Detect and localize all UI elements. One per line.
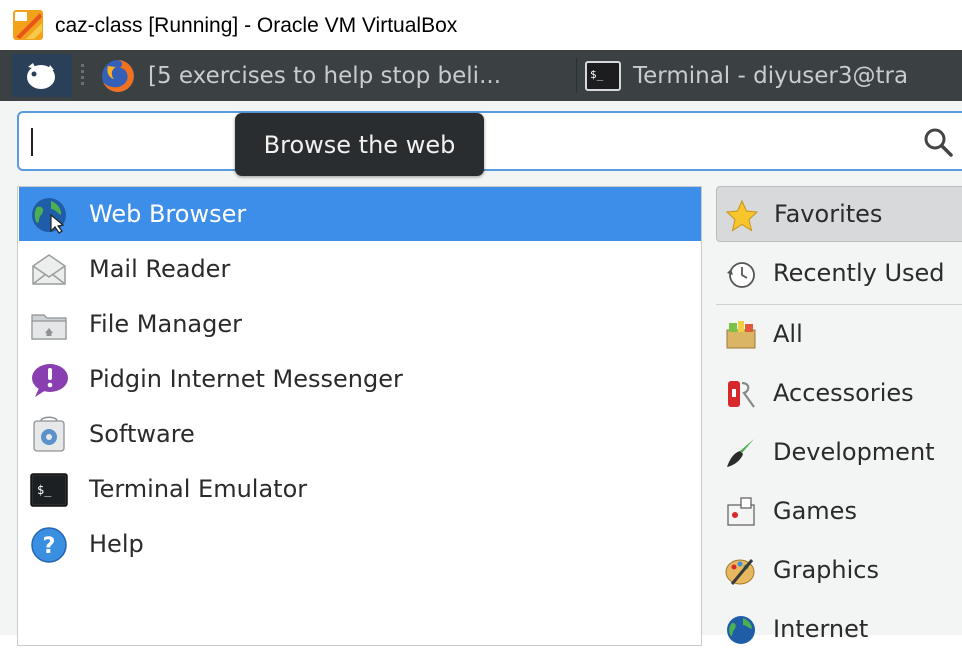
category-all[interactable]: All bbox=[716, 306, 962, 362]
svg-text:$_: $_ bbox=[37, 483, 52, 497]
application-menu: Web Browser Mail Reader File Manager Pid… bbox=[0, 101, 962, 646]
category-label: Graphics bbox=[773, 556, 879, 584]
app-list: Web Browser Mail Reader File Manager Pid… bbox=[17, 186, 702, 646]
app-terminal-emulator[interactable]: $_ Terminal Emulator bbox=[19, 462, 701, 516]
category-favorites[interactable]: Favorites bbox=[716, 186, 962, 242]
category-internet[interactable]: Internet bbox=[716, 601, 962, 657]
app-label: Pidgin Internet Messenger bbox=[89, 365, 403, 393]
category-list: Favorites Recently Used All Accessories … bbox=[716, 186, 962, 646]
app-label: File Manager bbox=[89, 310, 242, 338]
software-icon bbox=[33, 416, 65, 452]
app-label: Web Browser bbox=[89, 200, 247, 228]
all-apps-icon bbox=[726, 321, 756, 349]
search-icon[interactable] bbox=[922, 126, 954, 158]
category-label: Recently Used bbox=[773, 259, 945, 287]
file-manager-icon bbox=[31, 314, 67, 340]
window-title-bar: caz-class [Running] - Oracle VM VirtualB… bbox=[0, 0, 962, 50]
task-terminal[interactable]: $_ Terminal - diyuser3@tra bbox=[585, 54, 908, 97]
app-label: Help bbox=[89, 530, 144, 558]
category-label: Favorites bbox=[774, 200, 883, 228]
help-icon: ? bbox=[31, 527, 67, 563]
category-label: Accessories bbox=[773, 379, 914, 407]
app-mail-reader[interactable]: Mail Reader bbox=[19, 242, 701, 296]
development-icon bbox=[727, 439, 754, 467]
app-file-manager[interactable]: File Manager bbox=[19, 297, 701, 351]
window-title: caz-class [Running] - Oracle VM VirtualB… bbox=[55, 14, 458, 37]
category-graphics[interactable]: Graphics bbox=[716, 542, 962, 598]
app-label: Terminal Emulator bbox=[89, 475, 308, 503]
category-accessories[interactable]: Accessories bbox=[716, 365, 962, 421]
task-firefox-label: [5 exercises to help stop beli... bbox=[148, 62, 502, 89]
firefox-icon bbox=[102, 59, 134, 92]
task-separator bbox=[576, 58, 577, 93]
tooltip: Browse the web bbox=[235, 113, 484, 176]
svg-text:?: ? bbox=[43, 534, 56, 559]
category-label: Internet bbox=[773, 615, 869, 643]
mail-reader-icon bbox=[32, 254, 66, 285]
app-label: Software bbox=[89, 420, 195, 448]
terminal-icon: $_ bbox=[585, 60, 621, 91]
app-software[interactable]: Software bbox=[19, 407, 701, 461]
taskbar-panel: [5 exercises to help stop beli... $_ Ter… bbox=[0, 50, 962, 101]
category-label: All bbox=[773, 320, 803, 348]
virtualbox-icon bbox=[13, 10, 43, 40]
xfce-mouse-icon bbox=[27, 63, 55, 89]
text-caret bbox=[31, 128, 33, 156]
task-terminal-label: Terminal - diyuser3@tra bbox=[633, 62, 909, 89]
category-label: Games bbox=[773, 497, 857, 525]
category-development[interactable]: Development bbox=[716, 424, 962, 480]
terminal-emulator-icon: $_ bbox=[30, 473, 68, 507]
app-help[interactable]: ? Help bbox=[19, 517, 701, 571]
pidgin-icon bbox=[32, 364, 68, 397]
graphics-icon bbox=[725, 559, 755, 585]
games-icon bbox=[727, 497, 755, 526]
app-pidgin[interactable]: Pidgin Internet Messenger bbox=[19, 352, 701, 406]
star-icon bbox=[725, 199, 759, 232]
app-web-browser[interactable]: Web Browser bbox=[19, 187, 701, 241]
category-games[interactable]: Games bbox=[716, 483, 962, 539]
category-label: Development bbox=[773, 438, 935, 466]
web-browser-icon bbox=[32, 198, 66, 234]
whisker-menu-button[interactable] bbox=[12, 54, 72, 97]
category-divider bbox=[716, 304, 962, 305]
recent-icon bbox=[727, 262, 755, 288]
task-firefox[interactable]: [5 exercises to help stop beli... bbox=[100, 54, 501, 97]
panel-drag-handle[interactable] bbox=[81, 64, 84, 86]
app-label: Mail Reader bbox=[89, 255, 231, 283]
category-recently-used[interactable]: Recently Used bbox=[716, 245, 962, 301]
accessories-icon bbox=[728, 381, 755, 408]
search-input[interactable] bbox=[17, 111, 962, 171]
internet-icon bbox=[727, 616, 755, 644]
svg-text:$_: $_ bbox=[590, 68, 604, 81]
